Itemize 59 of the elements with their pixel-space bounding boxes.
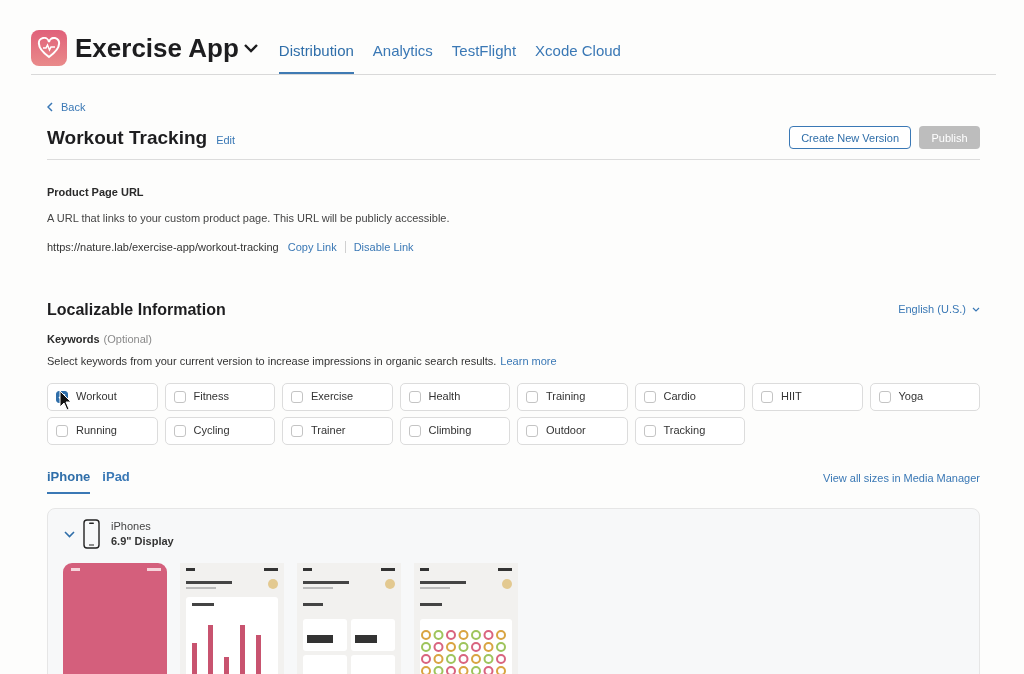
keyword-checkbox[interactable]: Trainer [282, 416, 393, 445]
chevron-icon[interactable] [63, 528, 75, 540]
device-tab[interactable]: iPhone [47, 466, 91, 494]
app-switcher[interactable]: Exercise App [75, 30, 259, 66]
edit-link[interactable]: Edit [216, 131, 236, 148]
checkbox[interactable] [291, 390, 303, 403]
keyword-checkbox[interactable]: Health [399, 382, 510, 411]
nav-tab[interactable]: Xcode Cloud [535, 39, 621, 74]
checkbox[interactable] [408, 390, 421, 403]
keyword-checkbox[interactable]: Cycling [164, 416, 275, 445]
keyword-checkbox[interactable]: Running [47, 416, 158, 445]
heart-app-icon [31, 30, 67, 66]
checkbox[interactable] [173, 390, 186, 403]
nav-tab[interactable]: Analytics [372, 39, 433, 74]
cursor-icon [59, 389, 73, 412]
keyword-checkbox[interactable]: Fitness [164, 382, 275, 411]
copy-link[interactable]: Copy Link [287, 239, 337, 256]
keyword-checkbox[interactable]: Yoga [869, 382, 980, 411]
learn-more-link[interactable]: Learn more [500, 353, 557, 370]
url-text: https://nature.lab/exercise-app/workout-tracking [47, 240, 279, 255]
nav-tab[interactable]: TestFlight [451, 39, 517, 74]
keyword-checkbox[interactable]: Training [517, 382, 628, 411]
keyword-checkbox[interactable]: Cardio [634, 382, 745, 411]
keywords-label: Keywords [47, 331, 100, 347]
device-name: iPhones [111, 519, 152, 534]
chevron-down-icon [242, 43, 259, 53]
nav-tab[interactable]: Distribution [278, 39, 354, 74]
checkbox[interactable] [526, 390, 538, 403]
checkbox[interactable] [173, 424, 186, 437]
checkbox[interactable] [643, 424, 656, 437]
display-size: 6.9" Display [111, 534, 174, 549]
keyword-checkbox[interactable]: HIIT [752, 382, 863, 411]
checkbox[interactable] [56, 424, 68, 437]
create-version-button[interactable]: Create New Version [789, 126, 911, 150]
keyword-checkbox[interactable]: Climbing [399, 416, 510, 445]
checkbox[interactable] [761, 390, 773, 403]
description-text: A URL that links to your custom product page. This URL will be publicly accessible. [47, 210, 451, 226]
keyword-checkbox[interactable]: Workout [47, 382, 158, 411]
chevron-left-icon [47, 102, 53, 113]
checkbox[interactable] [878, 390, 891, 403]
optional-hint: (Optional) [103, 331, 152, 347]
keyword-checkbox[interactable]: Outdoor [517, 416, 628, 445]
checkbox[interactable] [526, 424, 538, 437]
keyword-checkbox[interactable]: Exercise [282, 382, 393, 411]
device-tab[interactable]: iPad [102, 466, 130, 494]
back-link[interactable]: Back [47, 99, 86, 116]
page-title: Workout Tracking [47, 125, 208, 150]
phone-icon [83, 519, 100, 549]
keyword-checkbox[interactable]: Tracking [634, 416, 745, 445]
help-text: Select keywords from your current version to increase impressions in organic search results. [47, 354, 497, 369]
section-heading: Localizable Information [47, 299, 226, 320]
checkbox[interactable] [408, 424, 421, 437]
checkbox[interactable] [643, 390, 656, 403]
section-label: Product Page URL [47, 185, 145, 200]
checkbox[interactable] [291, 424, 303, 437]
language-dropdown[interactable]: English (U.S.) [898, 301, 980, 318]
chevron-down-icon [972, 307, 980, 312]
disable-link[interactable]: Disable Link [353, 239, 414, 256]
media-manager-link[interactable]: View all sizes in Media Manager [823, 469, 980, 486]
